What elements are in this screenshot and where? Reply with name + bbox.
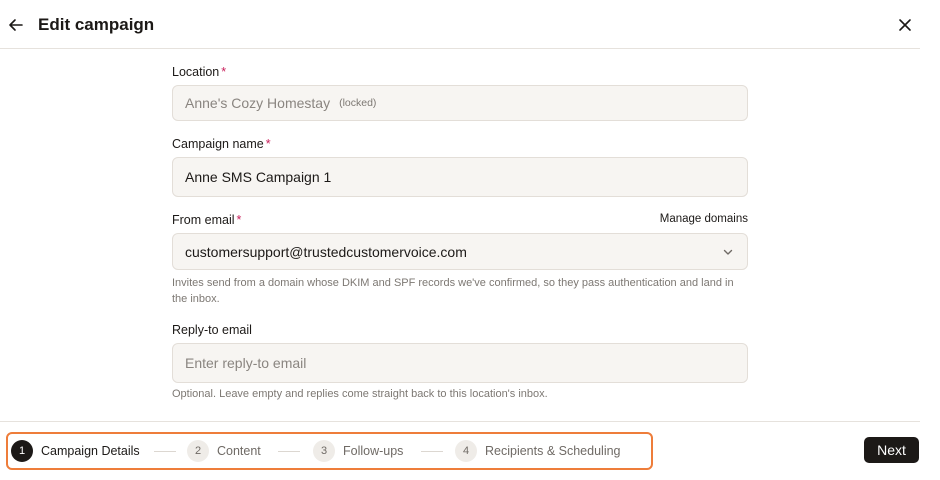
- required-mark: *: [221, 65, 227, 79]
- close-button[interactable]: [895, 14, 915, 36]
- campaign-name-input[interactable]: Anne SMS Campaign 1: [172, 157, 748, 197]
- from-email-label-text: From email: [172, 213, 235, 227]
- from-email-label: From email *: [172, 213, 241, 227]
- campaign-name-label-text: Campaign name: [172, 137, 264, 151]
- step-number: 4: [455, 440, 477, 462]
- close-icon: [899, 19, 911, 31]
- reply-to-label: Reply-to email: [172, 323, 252, 337]
- step-campaign-details[interactable]: 1 Campaign Details: [11, 434, 140, 468]
- step-label: Follow-ups: [343, 444, 404, 458]
- step-label: Campaign Details: [41, 444, 140, 458]
- reply-to-field: [172, 343, 748, 383]
- step-progress: 1 Campaign Details 2 Content 3 Follow-up…: [6, 432, 653, 470]
- campaign-name-value: Anne SMS Campaign 1: [185, 169, 332, 185]
- manage-domains-link[interactable]: Manage domains: [660, 213, 748, 225]
- reply-to-input[interactable]: [173, 344, 747, 382]
- location-label-text: Location: [172, 65, 220, 79]
- arrow-left-icon: [9, 19, 23, 31]
- step-connector: [154, 451, 176, 452]
- next-button[interactable]: Next: [864, 437, 919, 463]
- page-title: Edit campaign: [38, 15, 155, 34]
- from-email-help: Invites send from a domain whose DKIM an…: [172, 277, 734, 305]
- step-label: Content: [217, 444, 261, 458]
- step-follow-ups[interactable]: 3 Follow-ups: [313, 434, 403, 468]
- step-number: 2: [187, 440, 209, 462]
- step-recipients-scheduling[interactable]: 4 Recipients & Scheduling: [455, 434, 621, 468]
- step-label: Recipients & Scheduling: [485, 444, 621, 458]
- location-value: Anne's Cozy Homestay: [185, 95, 331, 111]
- step-number: 1: [11, 440, 33, 462]
- header-bar: Edit campaign: [0, 0, 920, 49]
- step-content[interactable]: 2 Content: [187, 434, 261, 468]
- chevron-down-icon: [721, 245, 735, 259]
- footer-divider: [0, 421, 920, 422]
- location-label: Location *: [172, 65, 226, 79]
- step-connector: [278, 451, 300, 452]
- from-email-value: customersupport@trustedcustomervoice.com: [185, 243, 467, 260]
- reply-to-help: Optional. Leave empty and replies come s…: [172, 388, 548, 400]
- from-email-select[interactable]: customersupport@trustedcustomervoice.com: [172, 233, 748, 270]
- location-field: Anne's Cozy Homestay (locked): [172, 85, 748, 121]
- step-connector: [421, 451, 443, 452]
- locked-tag: (locked): [339, 97, 377, 109]
- campaign-name-label: Campaign name *: [172, 137, 271, 151]
- required-mark: *: [236, 213, 242, 227]
- back-button[interactable]: [6, 14, 26, 36]
- required-mark: *: [265, 137, 271, 151]
- step-number: 3: [313, 440, 335, 462]
